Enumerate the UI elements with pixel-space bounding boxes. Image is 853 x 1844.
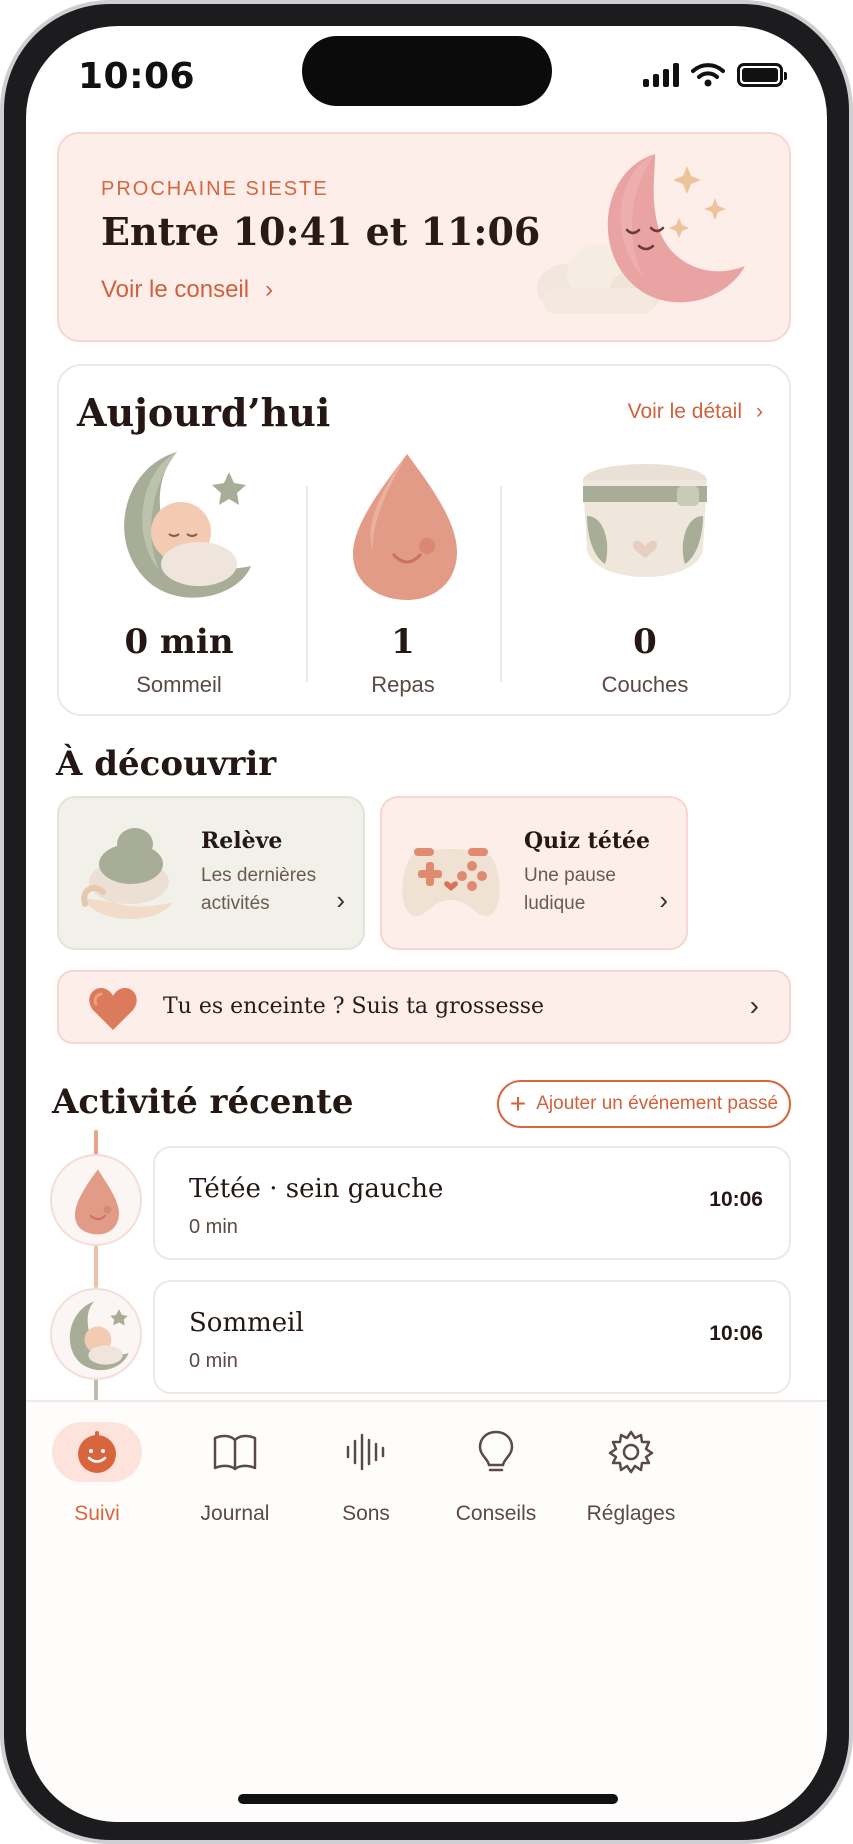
today-summary-card: Aujourd’hui Voir le détail › 0 min Somme… (57, 364, 791, 716)
smile-icon (52, 1422, 142, 1482)
battery-icon (737, 63, 787, 87)
see-detail-link[interactable]: Voir le détail › (628, 400, 763, 424)
activity-item[interactable]: Tétée · sein gauche 0 min 10:06 (153, 1146, 791, 1260)
chevron-right-icon: › (756, 400, 763, 423)
activity-item[interactable]: Sommeil 0 min 10:06 (153, 1280, 791, 1394)
activity-time: 10:06 (709, 1188, 763, 1211)
add-past-event-button[interactable]: + Ajouter un événement passé (497, 1080, 791, 1128)
stat-label: Couches (601, 672, 689, 697)
chevron-right-icon: › (265, 276, 274, 303)
stat-diapers[interactable]: 0 Couches (500, 446, 790, 706)
tab-sons[interactable]: Sons (291, 1422, 441, 1526)
plus-icon: + (509, 1088, 527, 1119)
signal-icon (643, 63, 679, 87)
discover-card-subtitle: Une pause ludique (524, 865, 616, 914)
pregnancy-banner-text: Tu es enceinte ? Suis ta grossesse (163, 994, 545, 1019)
chevron-right-icon: › (659, 885, 668, 915)
discover-title: À découvrir (56, 744, 277, 784)
tab-label: Réglages (586, 1502, 676, 1525)
baby-moon-icon (124, 452, 251, 598)
dynamic-island (302, 36, 552, 106)
screen: 10:06 PROCHAINE SIESTE Entre 10:41 et 11… (26, 26, 827, 1822)
gear-icon (586, 1422, 676, 1482)
pregnancy-banner[interactable]: Tu es enceinte ? Suis ta grossesse › (57, 970, 791, 1044)
activity-time: 10:06 (709, 1322, 763, 1345)
phone-frame: 10:06 PROCHAINE SIESTE Entre 10:41 et 11… (0, 0, 853, 1844)
today-title: Aujourd’hui (77, 390, 331, 435)
sleeping-moon-icon (537, 154, 745, 314)
tab-label: Suivi (74, 1502, 120, 1525)
tab-bar: Suivi Journal Sons Conseils Réglages (26, 1400, 827, 1822)
tab-conseils[interactable]: Conseils (421, 1422, 571, 1526)
discover-card-title: Relève (201, 828, 283, 854)
see-detail-label: Voir le détail (627, 400, 742, 423)
discover-card-title: Quiz tétée (524, 828, 650, 854)
activity-duration: 0 min (189, 1216, 238, 1238)
tab-label: Journal (200, 1502, 270, 1525)
next-nap-kicker: PROCHAINE SIESTE (101, 178, 329, 200)
recent-activity-title: Activité récente (52, 1082, 354, 1122)
next-nap-time-range: Entre 10:41 et 11:06 (101, 209, 541, 254)
status-time: 10:06 (78, 56, 196, 97)
stat-meals[interactable]: 1 Repas (306, 446, 500, 706)
tab-journal[interactable]: Journal (160, 1422, 310, 1526)
stat-label: Sommeil (136, 672, 222, 697)
stat-label: Repas (371, 672, 435, 697)
heart-icon (89, 988, 137, 1030)
stat-value: 0 min (124, 622, 234, 662)
discover-card-releve[interactable]: Relève Les dernières activités › (57, 796, 365, 950)
tab-reglages[interactable]: Réglages (556, 1422, 706, 1526)
tab-label: Sons (342, 1502, 390, 1525)
discover-card-subtitle: Les dernières activités (201, 865, 317, 914)
see-advice-link[interactable]: Voir le conseil › (101, 276, 273, 304)
sound-wave-icon (321, 1422, 411, 1482)
drop-icon (353, 454, 457, 600)
stat-value: 1 (391, 622, 415, 662)
status-icons (643, 62, 787, 88)
next-nap-card[interactable]: PROCHAINE SIESTE Entre 10:41 et 11:06 Vo… (57, 132, 791, 342)
add-past-event-label: Ajouter un événement passé (536, 1093, 779, 1114)
drop-icon (74, 1169, 119, 1235)
activity-title: Sommeil (189, 1308, 304, 1338)
activity-icon-sleep (50, 1288, 142, 1380)
chevron-right-icon: › (749, 990, 759, 1021)
timeline-segment (94, 1244, 98, 1288)
see-advice-label: Voir le conseil (101, 276, 250, 303)
stat-sleep[interactable]: 0 min Sommeil (59, 446, 299, 706)
activity-duration: 0 min (189, 1350, 238, 1372)
discover-card-quiz[interactable]: Quiz tétée Une pause ludique › (380, 796, 688, 950)
home-indicator[interactable] (238, 1794, 618, 1804)
tab-label: Conseils (455, 1502, 537, 1525)
wifi-icon (691, 63, 725, 87)
timeline-segment (94, 1378, 98, 1402)
timeline-segment (94, 1130, 98, 1156)
hands-baby-icon (81, 828, 173, 919)
gamepad-icon (402, 848, 500, 916)
tab-suivi[interactable]: Suivi (26, 1422, 172, 1526)
activity-title: Tétée · sein gauche (189, 1174, 444, 1204)
chevron-right-icon: › (336, 885, 345, 915)
activity-icon-feeding (50, 1154, 142, 1246)
baby-moon-icon (69, 1301, 129, 1371)
lightbulb-icon (451, 1422, 541, 1482)
stat-value: 0 (633, 622, 657, 662)
book-icon (190, 1422, 280, 1482)
diaper-icon (583, 464, 707, 577)
